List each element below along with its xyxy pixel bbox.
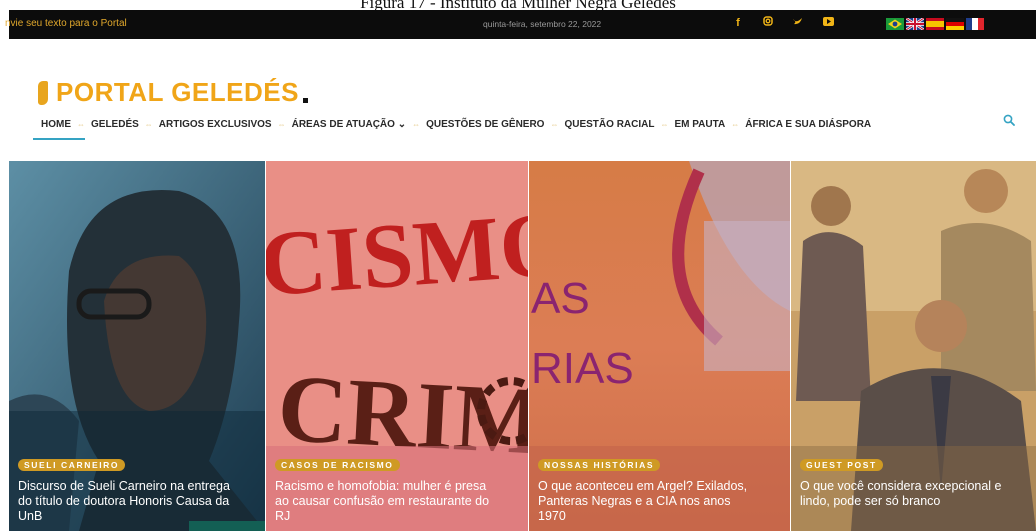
post-image (9, 161, 265, 531)
site-logo[interactable]: PORTAL GELEDÉS (38, 77, 308, 108)
logo-mark-icon (38, 80, 48, 105)
post-card[interactable]: SUELI CARNEIRO Discurso de Sueli Carneir… (9, 161, 265, 531)
nav-em-pauta[interactable]: EM PAUTA (674, 119, 725, 130)
uk-flag-icon[interactable] (906, 18, 924, 30)
germany-flag-icon[interactable] (946, 18, 964, 30)
nav-home[interactable]: HOME (41, 119, 71, 130)
post-title[interactable]: O que aconteceu em Argel? Exilados, Pant… (538, 479, 758, 524)
nav-areas-de-atuacao[interactable]: ÁREAS DE ATUAÇÃO ⌄ (292, 119, 407, 130)
spain-flag-icon[interactable] (926, 18, 944, 30)
social-links: f (733, 16, 834, 30)
post-image (791, 161, 1036, 531)
post-card[interactable]: GUEST POST O que você considera excepcio… (791, 161, 1036, 531)
post-card[interactable]: CISMO CRIME CASOS DE RACISMO Racismo e h… (266, 161, 528, 531)
nav-separator-icon: ⇔ (277, 119, 286, 129)
category-badge[interactable]: CASOS DE RACISMO (275, 459, 400, 471)
post-image-text-2: RIAS (531, 344, 634, 393)
nav-areas-label: ÁREAS DE ATUAÇÃO (291, 118, 395, 130)
nav-separator-icon: ⇔ (550, 119, 559, 129)
search-icon[interactable] (1003, 114, 1015, 126)
post-title[interactable]: Discurso de Sueli Carneiro na entrega do… (18, 479, 238, 524)
language-flags (886, 18, 984, 30)
nav-separator-icon: ⇔ (731, 119, 740, 129)
current-date: quinta-feira, setembro 22, 2022 (483, 19, 602, 29)
twitter-icon[interactable] (793, 16, 803, 30)
nav-active-indicator (33, 138, 85, 140)
category-badge[interactable]: NOSSAS HISTÓRIAS (538, 459, 661, 471)
nav-questoes-de-genero[interactable]: QUESTÕES DE GÊNERO (426, 119, 544, 130)
main-nav: HOME ⇔ GELEDÉS ⇔ ARTIGOS EXCLUSIVOS ⇔ ÁR… (33, 117, 871, 140)
category-badge[interactable]: SUELI CARNEIRO (18, 459, 126, 471)
nav-separator-icon: ⇔ (77, 119, 85, 129)
brazil-flag-icon[interactable] (886, 18, 904, 30)
category-badge[interactable]: GUEST POST (800, 459, 883, 471)
nav-separator-icon: ⇔ (144, 119, 153, 129)
nav-africa-e-sua-diaspora[interactable]: ÁFRICA E SUA DIÁSPORA (745, 119, 871, 130)
nav-artigos-exclusivos[interactable]: ARTIGOS EXCLUSIVOS (159, 119, 272, 130)
youtube-icon[interactable] (823, 16, 834, 30)
post-title[interactable]: O que você considera excepcional e lindo… (800, 479, 1020, 509)
chevron-down-icon: ⌄ (397, 118, 407, 130)
post-title[interactable]: Racismo e homofobia: mulher é presa ao c… (275, 479, 495, 524)
nav-geledes[interactable]: GELEDÉS (91, 119, 139, 130)
nav-separator-icon: ⇔ (412, 119, 421, 129)
featured-posts: SUELI CARNEIRO Discurso de Sueli Carneir… (9, 161, 1036, 531)
nav-questao-racial[interactable]: QUESTÃO RACIAL (564, 119, 654, 130)
submit-text-link[interactable]: nvie seu texto para o Portal (5, 18, 127, 29)
logo-text: PORTAL GELEDÉS (56, 77, 299, 107)
post-image-text-1: AS (531, 274, 590, 323)
nav-separator-icon: ⇔ (660, 119, 669, 129)
france-flag-icon[interactable] (966, 18, 984, 30)
facebook-icon[interactable]: f (733, 16, 743, 30)
logo-dot (302, 98, 308, 103)
post-card[interactable]: AS RIAS NOSSAS HISTÓRIAS O que aconteceu… (529, 161, 790, 531)
post-image-text-1: CISMO (266, 192, 528, 316)
post-image: CISMO CRIME (266, 161, 528, 531)
instagram-icon[interactable] (763, 16, 773, 30)
top-bar: nvie seu texto para o Portal quinta-feir… (5, 10, 1036, 39)
post-image: AS RIAS (529, 161, 790, 531)
